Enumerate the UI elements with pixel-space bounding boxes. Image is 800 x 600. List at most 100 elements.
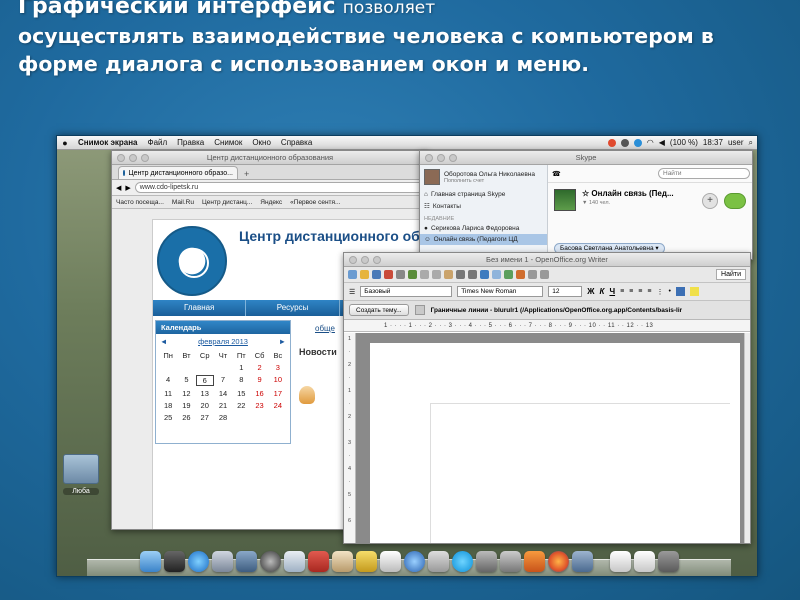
menu-edit[interactable]: Правка [172, 138, 209, 147]
font-color-icon[interactable] [675, 287, 685, 296]
zoom-icon[interactable] [449, 154, 457, 162]
image-icon[interactable] [504, 270, 513, 279]
photo-booth-icon[interactable] [475, 551, 497, 572]
calendar-app-icon[interactable] [307, 551, 329, 572]
calendar-day[interactable]: 6 [195, 375, 214, 386]
find-button[interactable]: Найти [716, 269, 746, 280]
pdf-icon[interactable] [384, 270, 393, 279]
trash-icon[interactable] [657, 551, 679, 572]
status-app-icon[interactable] [620, 138, 629, 147]
finder-icon[interactable] [139, 551, 161, 572]
facetime-icon[interactable] [259, 551, 281, 572]
participant-count[interactable]: ▼ 140 чел. [582, 200, 674, 206]
user-menu[interactable]: user [728, 138, 744, 147]
calendar-day[interactable]: 13 [196, 389, 214, 398]
spellcheck-icon[interactable] [408, 270, 417, 279]
zoom-icon[interactable] [141, 154, 149, 162]
add-participant-button[interactable]: + [702, 193, 718, 209]
vertical-scrollbar[interactable] [744, 333, 750, 543]
calendar-day[interactable]: 2 [250, 363, 268, 372]
site-logo[interactable] [157, 226, 227, 296]
align-center-icon[interactable]: ≡ [629, 288, 633, 295]
bookmark-item[interactable]: Mail.Ru [172, 199, 194, 206]
calendar-day[interactable]: 10 [269, 375, 287, 386]
print-icon[interactable] [396, 270, 405, 279]
bookmark-item[interactable]: Центр дистанц... [202, 199, 252, 206]
chart-icon[interactable] [516, 270, 525, 279]
minimize-icon[interactable] [129, 154, 137, 162]
skype-icon[interactable] [451, 551, 473, 572]
calendar-day[interactable]: 19 [177, 401, 195, 410]
font-size-select[interactable]: 12 [548, 286, 583, 297]
browser-tab[interactable]: Центр дистанционного образо... [118, 166, 238, 179]
highlight-icon[interactable] [689, 287, 699, 296]
skype-status-icon[interactable] [633, 138, 642, 147]
gallery-item-icon[interactable] [414, 305, 425, 315]
styles-icon[interactable]: ☰ [349, 288, 355, 296]
back-icon[interactable]: ◀ [116, 184, 121, 192]
screenshot-app-icon[interactable] [499, 551, 521, 572]
calendar-day[interactable]: 18 [159, 401, 177, 410]
calendar-day[interactable]: 5 [177, 375, 195, 386]
close-icon[interactable] [425, 154, 433, 162]
copy-icon[interactable] [432, 270, 441, 279]
calendar-day[interactable]: 27 [196, 413, 214, 422]
call-button[interactable] [724, 193, 746, 209]
menu-window[interactable]: Окно [247, 138, 276, 147]
status-app-icon[interactable] [607, 138, 616, 147]
phone-icon[interactable]: ☎ [552, 170, 561, 178]
bullets-icon[interactable]: • [668, 288, 670, 295]
bookmark-item[interactable]: «Первое сентя... [290, 199, 340, 206]
itunes-icon[interactable] [379, 551, 401, 572]
table-icon[interactable] [492, 270, 501, 279]
calendar-day[interactable]: 7 [214, 375, 232, 386]
launchpad-icon[interactable] [211, 551, 233, 572]
skype-titlebar[interactable]: Skype [420, 151, 752, 165]
mail-icon[interactable] [283, 551, 305, 572]
volume-icon[interactable]: ◀ [659, 138, 665, 147]
recent-group-chat[interactable]: ☺ Онлайн связь (Педагоги ЦД [420, 234, 547, 245]
zoom-doc-icon[interactable] [540, 270, 549, 279]
calendar-day[interactable]: 17 [269, 389, 287, 398]
next-month-icon[interactable]: ► [279, 337, 286, 346]
skype-credit-link[interactable]: Пополнить счет [444, 178, 535, 184]
calendar-day[interactable]: 16 [250, 389, 268, 398]
redo-icon[interactable] [468, 270, 477, 279]
terminal-icon[interactable] [571, 551, 593, 572]
new-doc-icon[interactable] [348, 270, 357, 279]
spotlight-icon[interactable]: ⌕ [749, 138, 753, 148]
desktop-folder-icon[interactable] [63, 454, 99, 484]
paragraph-style-select[interactable]: Базовый [360, 286, 453, 297]
create-theme-button[interactable]: Создать тему... [349, 304, 409, 316]
calendar-day[interactable]: 20 [196, 401, 214, 410]
app-store-icon[interactable] [187, 551, 209, 572]
photos-icon[interactable] [331, 551, 353, 572]
close-icon[interactable] [117, 154, 125, 162]
calendar-day[interactable]: 26 [177, 413, 195, 422]
navigator-icon[interactable] [528, 270, 537, 279]
calendar-day[interactable]: 8 [232, 375, 250, 386]
document-page[interactable] [370, 343, 740, 543]
calendar-day[interactable]: 22 [232, 401, 250, 410]
align-left-icon[interactable]: ≡ [620, 288, 624, 295]
wifi-icon[interactable]: ◠ [647, 138, 654, 147]
open-icon[interactable] [360, 270, 369, 279]
calendar-day[interactable]: 28 [214, 413, 232, 422]
writer-titlebar[interactable]: Без имени 1 - OpenOffice.org Writer [344, 253, 750, 267]
nav-resources[interactable]: Ресурсы [246, 300, 340, 316]
firefox-icon[interactable] [547, 551, 569, 572]
menu-file[interactable]: Файл [143, 138, 173, 147]
minimize-icon[interactable] [361, 256, 369, 264]
numbering-icon[interactable]: ⋮ [656, 288, 663, 296]
new-tab-icon[interactable]: + [244, 169, 249, 179]
hyperlink-icon[interactable] [480, 270, 489, 279]
horizontal-ruler[interactable]: 1 · · · · 1 · · · 2 · · · 3 · · · 4 · · … [344, 320, 750, 332]
browser-titlebar[interactable]: Центр дистанционного образования [112, 151, 428, 165]
undo-icon[interactable] [456, 270, 465, 279]
documents-stack-icon[interactable] [609, 551, 631, 572]
calendar-day[interactable]: 1 [232, 363, 250, 372]
calendar-day[interactable]: 11 [159, 389, 177, 398]
calendar-day[interactable]: 21 [214, 401, 232, 410]
menu-capture[interactable]: Снимок [209, 138, 247, 147]
system-prefs-icon[interactable] [427, 551, 449, 572]
